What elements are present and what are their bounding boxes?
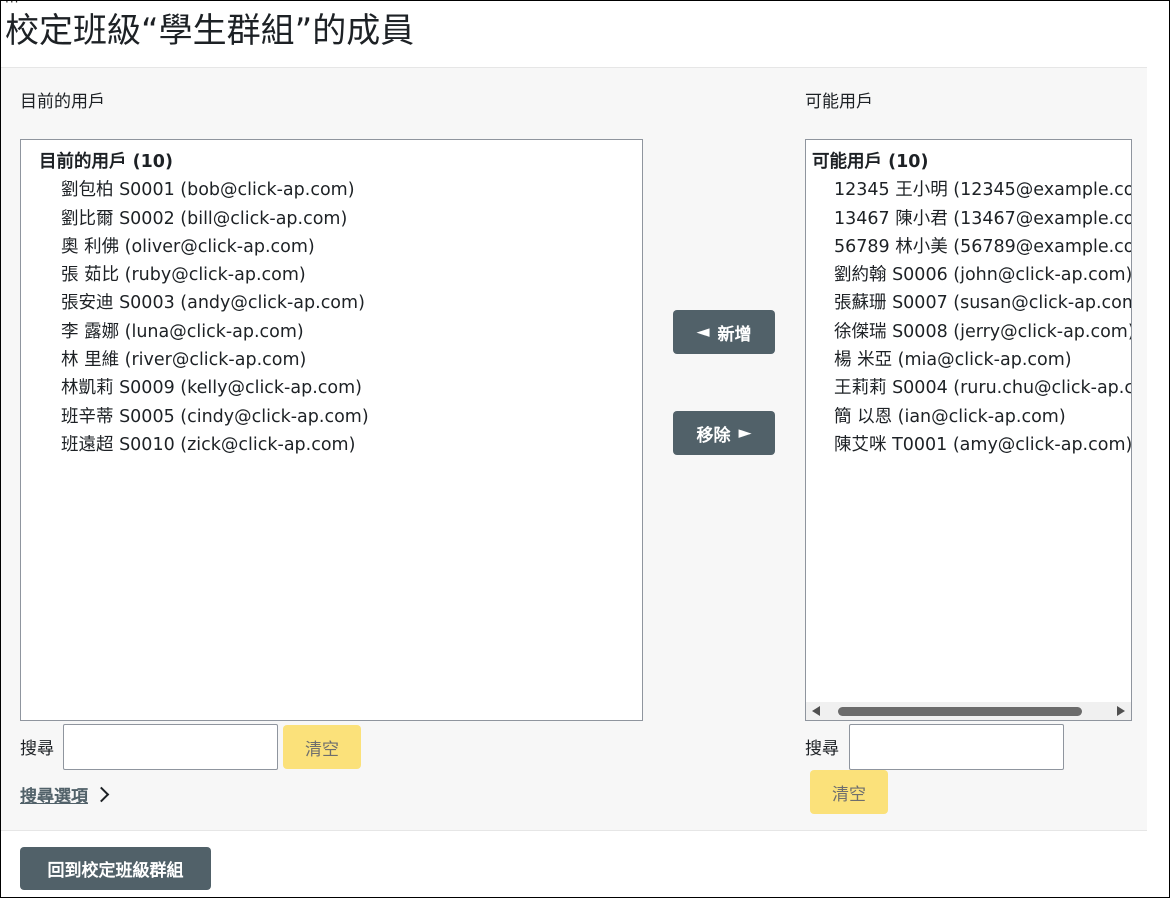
user-option[interactable]: 張安迪 S0003 (andy@click-ap.com)	[21, 289, 642, 317]
current-search-label: 搜尋	[20, 739, 54, 759]
remove-button-label: 移除	[696, 425, 731, 446]
search-options-label: 搜尋選項	[20, 787, 88, 807]
user-option[interactable]: 劉比爾 S0002 (bill@click-ap.com)	[21, 205, 642, 233]
chevron-right-icon	[93, 786, 110, 803]
user-option[interactable]: 林 里維 (river@click-ap.com)	[21, 346, 642, 374]
current-clear-button[interactable]: 清空	[283, 725, 361, 769]
potential-users-list[interactable]: 可能用戶 (10) 12345 王小明 (12345@example.com) 1…	[805, 139, 1132, 721]
user-option[interactable]: 徐傑瑞 S0008 (jerry@click-ap.com)	[806, 318, 1131, 346]
remove-button[interactable]: 移除 ►	[673, 411, 775, 455]
user-option[interactable]: 56789 林小美 (56789@example.com)	[806, 233, 1131, 261]
user-option[interactable]: 劉包柏 S0001 (bob@click-ap.com)	[21, 176, 642, 204]
ellipsis-icon: ···	[5, 0, 20, 9]
potential-users-group-label: 可能用戶 (10)	[812, 152, 929, 172]
potential-clear-button[interactable]: 清空	[810, 770, 888, 814]
arrow-right-icon: ►	[738, 423, 752, 443]
user-option[interactable]: 13467 陳小君 (13467@example.com)	[806, 205, 1131, 233]
user-option[interactable]: 奧 利佛 (oliver@click-ap.com)	[21, 233, 642, 261]
user-option[interactable]: 班辛蒂 S0005 (cindy@click-ap.com)	[21, 403, 642, 431]
user-option[interactable]: 陳艾咪 T0001 (amy@click-ap.com)	[806, 431, 1131, 459]
current-users-label: 目前的用戶	[20, 92, 105, 112]
search-options-link[interactable]: 搜尋選項	[20, 782, 110, 807]
scroll-right-icon[interactable]	[1117, 706, 1125, 716]
user-option[interactable]: 李 露娜 (luna@click-ap.com)	[21, 318, 642, 346]
current-search-input[interactable]	[63, 724, 278, 770]
user-option[interactable]: 王莉莉 S0004 (ruru.chu@click-ap.com)	[806, 374, 1131, 402]
user-option[interactable]: 班遠超 S0010 (zick@click-ap.com)	[21, 431, 642, 459]
user-option[interactable]: 林凱莉 S0009 (kelly@click-ap.com)	[21, 374, 642, 402]
potential-search-input[interactable]	[849, 724, 1064, 770]
user-option[interactable]: 簡 以恩 (ian@click-ap.com)	[806, 403, 1131, 431]
add-button-label: 新增	[717, 324, 752, 345]
arrow-left-icon: ◄	[696, 322, 710, 342]
user-option[interactable]: 張 茹比 (ruby@click-ap.com)	[21, 261, 642, 289]
scroll-left-icon[interactable]	[812, 706, 820, 716]
user-option[interactable]: 張蘇珊 S0007 (susan@click-ap.com)	[806, 289, 1131, 317]
current-users-group-label: 目前的用戶 (10)	[39, 152, 173, 172]
potential-users-label: 可能用戶	[805, 92, 873, 112]
current-users-list[interactable]: 目前的用戶 (10) 劉包柏 S0001 (bob@click-ap.com) 劉…	[20, 139, 643, 721]
user-option[interactable]: 楊 米亞 (mia@click-ap.com)	[806, 346, 1131, 374]
window: ··· 校定班級“學生群組”的成員 目前的用戶 目前的用戶 (10) 劉包柏 S…	[0, 0, 1170, 898]
back-to-groups-button[interactable]: 回到校定班級群組	[20, 847, 211, 890]
add-button[interactable]: ◄ 新增	[673, 310, 775, 354]
page-title: 校定班級“學生群組”的成員	[5, 11, 415, 51]
potential-search-label: 搜尋	[805, 739, 839, 759]
user-option[interactable]: 12345 王小明 (12345@example.com)	[806, 176, 1131, 204]
horizontal-scrollbar[interactable]	[806, 702, 1131, 720]
user-option[interactable]: 劉約翰 S0006 (john@click-ap.com)	[806, 261, 1131, 289]
scrollbar-thumb[interactable]	[838, 707, 1082, 716]
